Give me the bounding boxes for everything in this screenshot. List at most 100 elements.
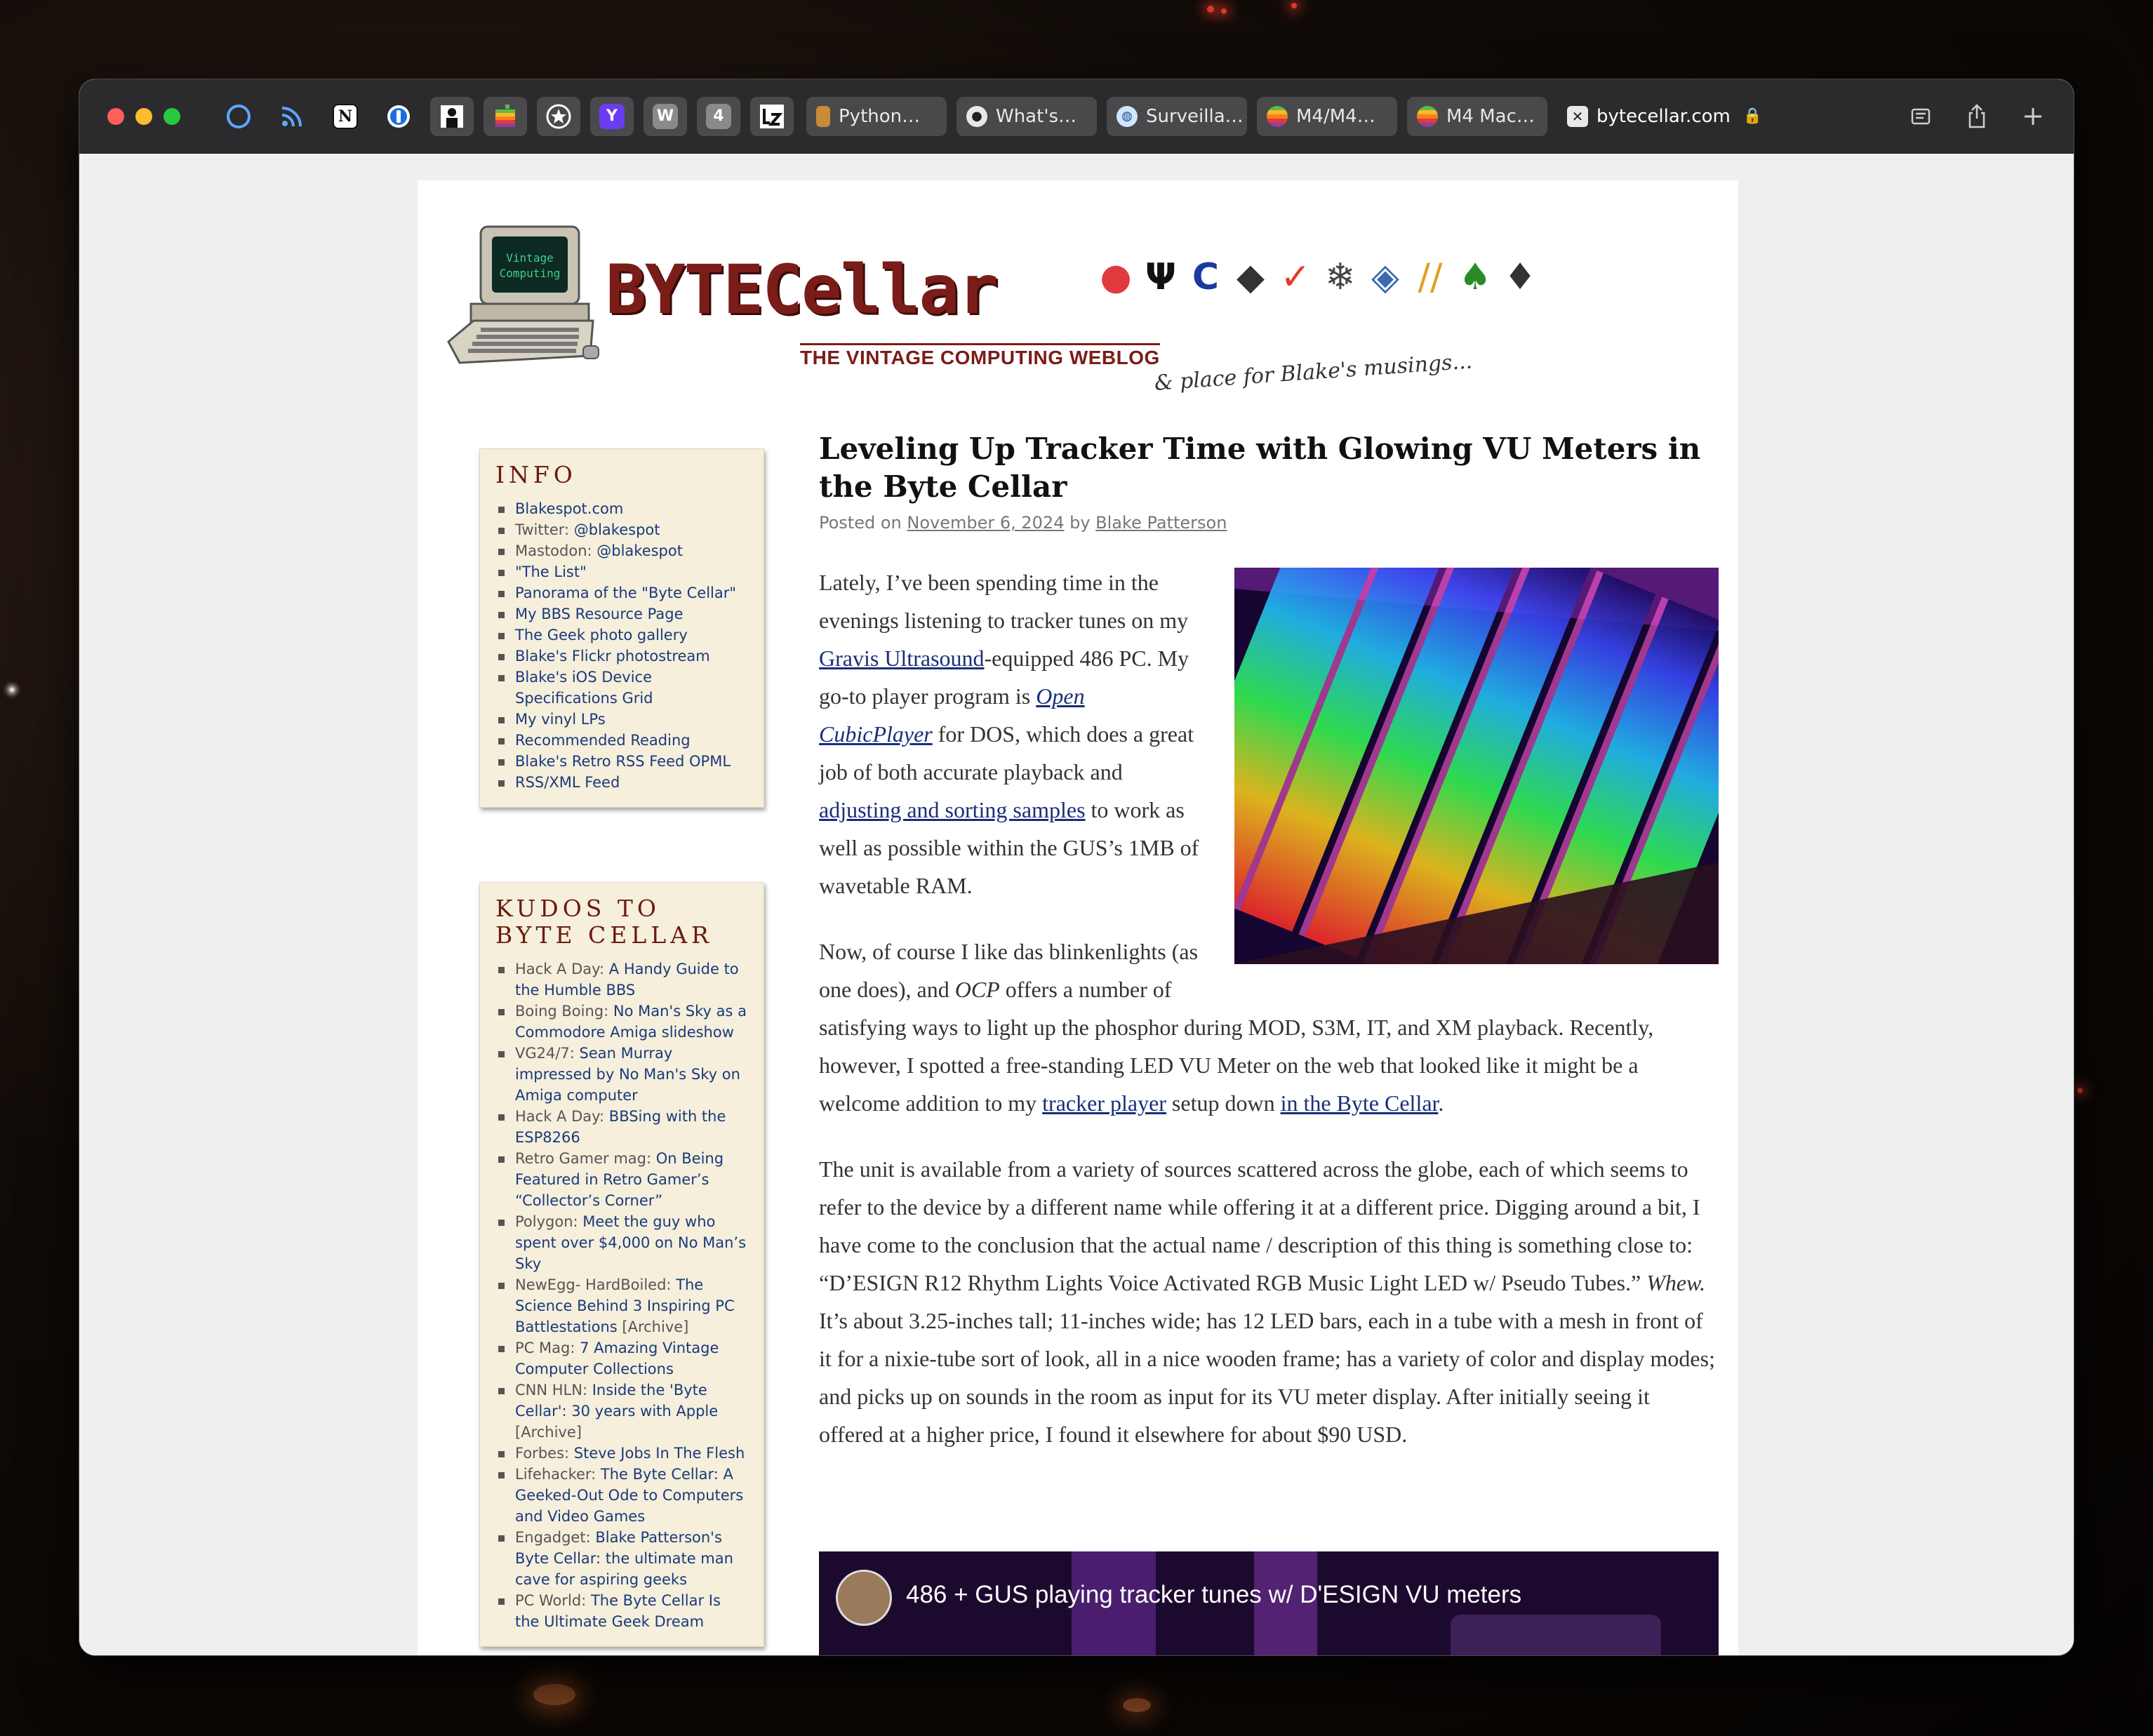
y-letter-icon: Y [599,103,625,129]
p3-text-a: The unit is available from a variety of … [819,1156,1700,1295]
tab-python[interactable]: Python… [806,96,947,136]
info-item-link[interactable]: Panorama of the "Byte Cellar" [515,585,736,601]
pinned-tab-person[interactable] [430,96,474,136]
tandy-logo-icon: ❄ [1325,256,1356,298]
zoom-window-button[interactable] [164,107,180,125]
svg-text:Computing: Computing [500,267,561,280]
info-item-link[interactable]: Recommended Reading [515,732,691,749]
embedded-video[interactable]: 486 + GUS playing tracker tunes w/ D'ESI… [819,1551,1719,1655]
info-item-link[interactable]: "The List" [515,563,587,580]
reader-icon[interactable] [1905,101,1936,132]
info-item-link[interactable]: My BBS Resource Page [515,606,684,622]
info-item-link[interactable]: My vinyl LPs [515,711,606,728]
kudos-widget: KUDOS TO BYTE CELLAR Hack A Day: A Handy… [479,882,764,1647]
kudos-item: Forbes: Steve Jobs In The Flesh [495,1443,748,1464]
kudos-item-source: Forbes: [515,1445,574,1462]
site-logo-title: BYTECellar [606,251,999,329]
p2-text-d: . [1438,1090,1444,1116]
kudos-item: Retro Gamer mag: On Being Featured in Re… [495,1148,748,1211]
vintage-computer-logo: Vintage Computing [447,225,599,364]
close-window-button[interactable] [107,107,124,125]
apple-rainbow-icon [1267,105,1288,127]
globe-icon: ◍ [1117,105,1138,127]
kudos-item-source: Boing Boing: [515,1003,613,1020]
info-item-link[interactable]: Blake's iOS Device Specifications Grid [515,669,653,707]
site-header[interactable]: Vintage Computing BYTECellar ● Ψ C ◆ ✓ ❄… [446,222,1568,396]
close-icon[interactable]: ✕ [1567,105,1588,127]
info-item-link[interactable]: @blakespot [574,521,660,538]
tab-label: M4/M4… [1296,105,1375,127]
tab-bytecellar-active[interactable]: ✕ bytecellar.com 🔒 [1557,96,1887,136]
kudos-item-source: NewEgg- HardBoiled: [515,1276,676,1293]
video-title[interactable]: 486 + GUS playing tracker tunes w/ D'ESI… [906,1581,1521,1609]
kudos-item-source: Lifehacker: [515,1466,601,1483]
tab-m4-m4[interactable]: M4/M4… [1257,96,1397,136]
p2-text-c: setup down [1166,1090,1281,1116]
p2-em: OCP [954,977,1000,1002]
apple-logo-icon: ● [1100,256,1132,298]
atari-logo-icon: Ψ [1145,256,1177,298]
info-item-link[interactable]: The Geek photo gallery [515,627,688,643]
kudos-item-archive[interactable]: [Archive] [618,1318,688,1335]
info-item-source: Mastodon: [515,542,597,559]
kudos-item: Hack A Day: BBSing with the ESP8266 [495,1106,748,1148]
vu-meter-photo[interactable] [1234,568,1719,964]
pinned-tab-star[interactable] [537,96,580,136]
spectrum-stripes-icon: // [1418,256,1443,298]
address-bar-url[interactable]: bytecellar.com [1597,106,1731,127]
p1-text-a: Lately, I’ve been spending time in the e… [819,570,1189,633]
info-item: RSS/XML Feed [495,772,748,793]
gravis-ultrasound-link[interactable]: Gravis Ultrasound [819,646,985,671]
tab-surveillance[interactable]: ◍ Surveilla… [1107,96,1247,136]
kudos-widget-title: KUDOS TO BYTE CELLAR [495,895,713,949]
byte-cellar-link[interactable]: in the Byte Cellar [1281,1090,1439,1116]
pinned-tab-notion[interactable]: N [324,97,367,136]
info-item: Panorama of the "Byte Cellar" [495,582,748,603]
info-item-link[interactable]: Blakespot.com [515,500,623,517]
kudos-item: Boing Boing: No Man's Sky as a Commodore… [495,1001,748,1043]
kudos-item-link[interactable]: Steve Jobs In The Flesh [574,1445,745,1462]
pinned-tab-y[interactable]: Y [590,96,634,136]
kudos-item-source: PC Mag: [515,1340,580,1356]
tab-whats[interactable]: ● What's… [956,96,1097,136]
post-date-link[interactable]: November 6, 2024 [907,513,1064,533]
info-item: Blake's Flickr photostream [495,646,748,667]
author-link[interactable]: Blake Patterson [1095,513,1227,533]
kudos-item-source: PC World: [515,1592,591,1609]
commodore-logo-icon: C [1192,256,1220,298]
info-item-source: Twitter: [515,521,574,538]
info-item-link[interactable]: @blakespot [596,542,683,559]
info-item-link[interactable]: Blake's Flickr photostream [515,648,710,665]
github-icon: ● [966,105,987,127]
kudos-item-source: Retro Gamer mag: [515,1150,656,1167]
adjusting-samples-link[interactable]: adjusting and sorting samples [819,797,1086,822]
pinned-tabs: N Y W 4 [217,96,794,136]
toolbar-actions [1905,101,2074,132]
tab-m4-mac[interactable]: M4 Mac… [1407,96,1547,136]
kudos-item-archive[interactable]: [Archive] [515,1424,582,1441]
pinned-tab-apple[interactable] [484,96,527,136]
kudos-item: CNN HLN: Inside the 'Byte Cellar': 30 ye… [495,1380,748,1443]
channel-avatar[interactable] [836,1570,892,1626]
tab-label: What's… [996,105,1077,127]
paragraph-3: The unit is available from a variety of … [819,1150,1719,1453]
pinned-tab-1password[interactable] [377,97,420,136]
tracker-player-link[interactable]: tracker player [1042,1090,1166,1116]
article-meta: Posted on November 6, 2024 by Blake Patt… [819,513,1719,533]
new-tab-icon[interactable] [2018,101,2048,132]
apple-rainbow-icon [495,104,515,127]
article-title[interactable]: Leveling Up Tracker Time with Glowing VU… [819,430,1719,506]
pinned-tab-moon[interactable] [217,97,260,136]
minimize-window-button[interactable] [135,107,152,125]
pinned-tab-lz[interactable] [750,96,794,136]
meta-posted-on: Posted on [819,513,907,533]
diamond-logo-icon: ◈ [1371,256,1399,298]
pinned-tab-4[interactable]: 4 [697,96,740,136]
pinned-tab-w[interactable]: W [644,96,687,136]
screen-text: Vintage [506,251,553,265]
info-item-link[interactable]: Blake's Retro RSS Feed OPML [515,753,731,770]
pinned-tab-rss[interactable] [270,97,314,136]
onepassword-icon [387,105,410,128]
share-icon[interactable] [1961,101,1992,132]
info-item-link[interactable]: RSS/XML Feed [515,774,620,791]
